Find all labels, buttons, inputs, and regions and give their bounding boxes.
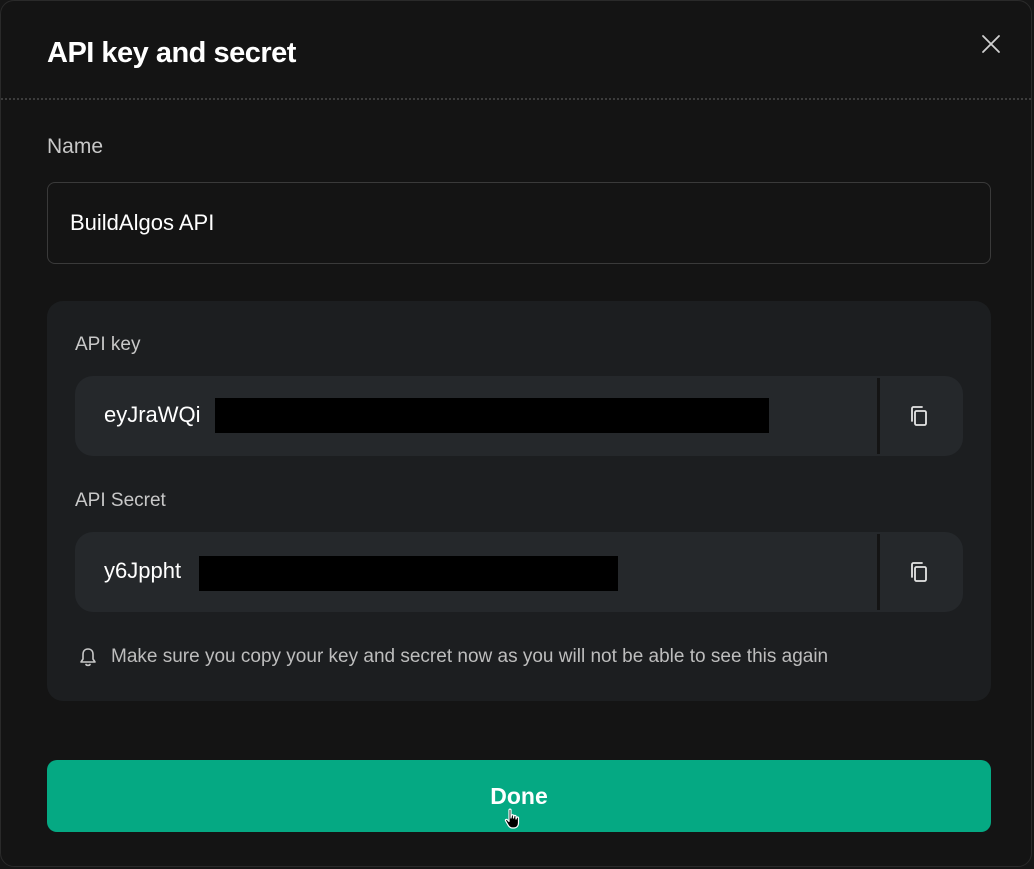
dialog-title: API key and secret	[47, 37, 296, 69]
copy-icon	[911, 406, 927, 426]
api-secret-redaction	[199, 556, 618, 591]
api-key-field[interactable]: eyJraWQi	[75, 376, 963, 456]
copy-icon	[911, 562, 927, 582]
copy-api-secret-button[interactable]	[907, 560, 931, 584]
api-key-value: eyJraWQi	[104, 402, 201, 427]
hand-cursor-icon	[504, 808, 520, 829]
api-secret-copy-divider	[877, 534, 880, 610]
keys-panel: API key eyJraWQi API Secret y6Jppht Make…	[47, 301, 991, 701]
bell-icon	[80, 648, 96, 667]
api-secret-field[interactable]: y6Jppht	[75, 532, 963, 612]
close-icon	[982, 35, 1000, 53]
api-key-redaction	[215, 398, 769, 433]
name-input[interactable]	[47, 182, 991, 264]
api-secret-label: API Secret	[75, 490, 166, 511]
api-key-label: API key	[75, 334, 141, 355]
copy-api-key-button[interactable]	[907, 404, 931, 428]
api-key-copy-divider	[877, 378, 880, 454]
close-button[interactable]	[977, 30, 1005, 58]
api-key-dialog: API key and secret Name API key eyJraWQi…	[0, 0, 1032, 867]
api-secret-value: y6Jppht	[104, 558, 182, 583]
name-label: Name	[47, 135, 104, 158]
notice-text: Make sure you copy your key and secret n…	[111, 646, 829, 667]
header-divider	[1, 98, 1031, 100]
copy-warning-notice: Make sure you copy your key and secret n…	[77, 646, 828, 668]
